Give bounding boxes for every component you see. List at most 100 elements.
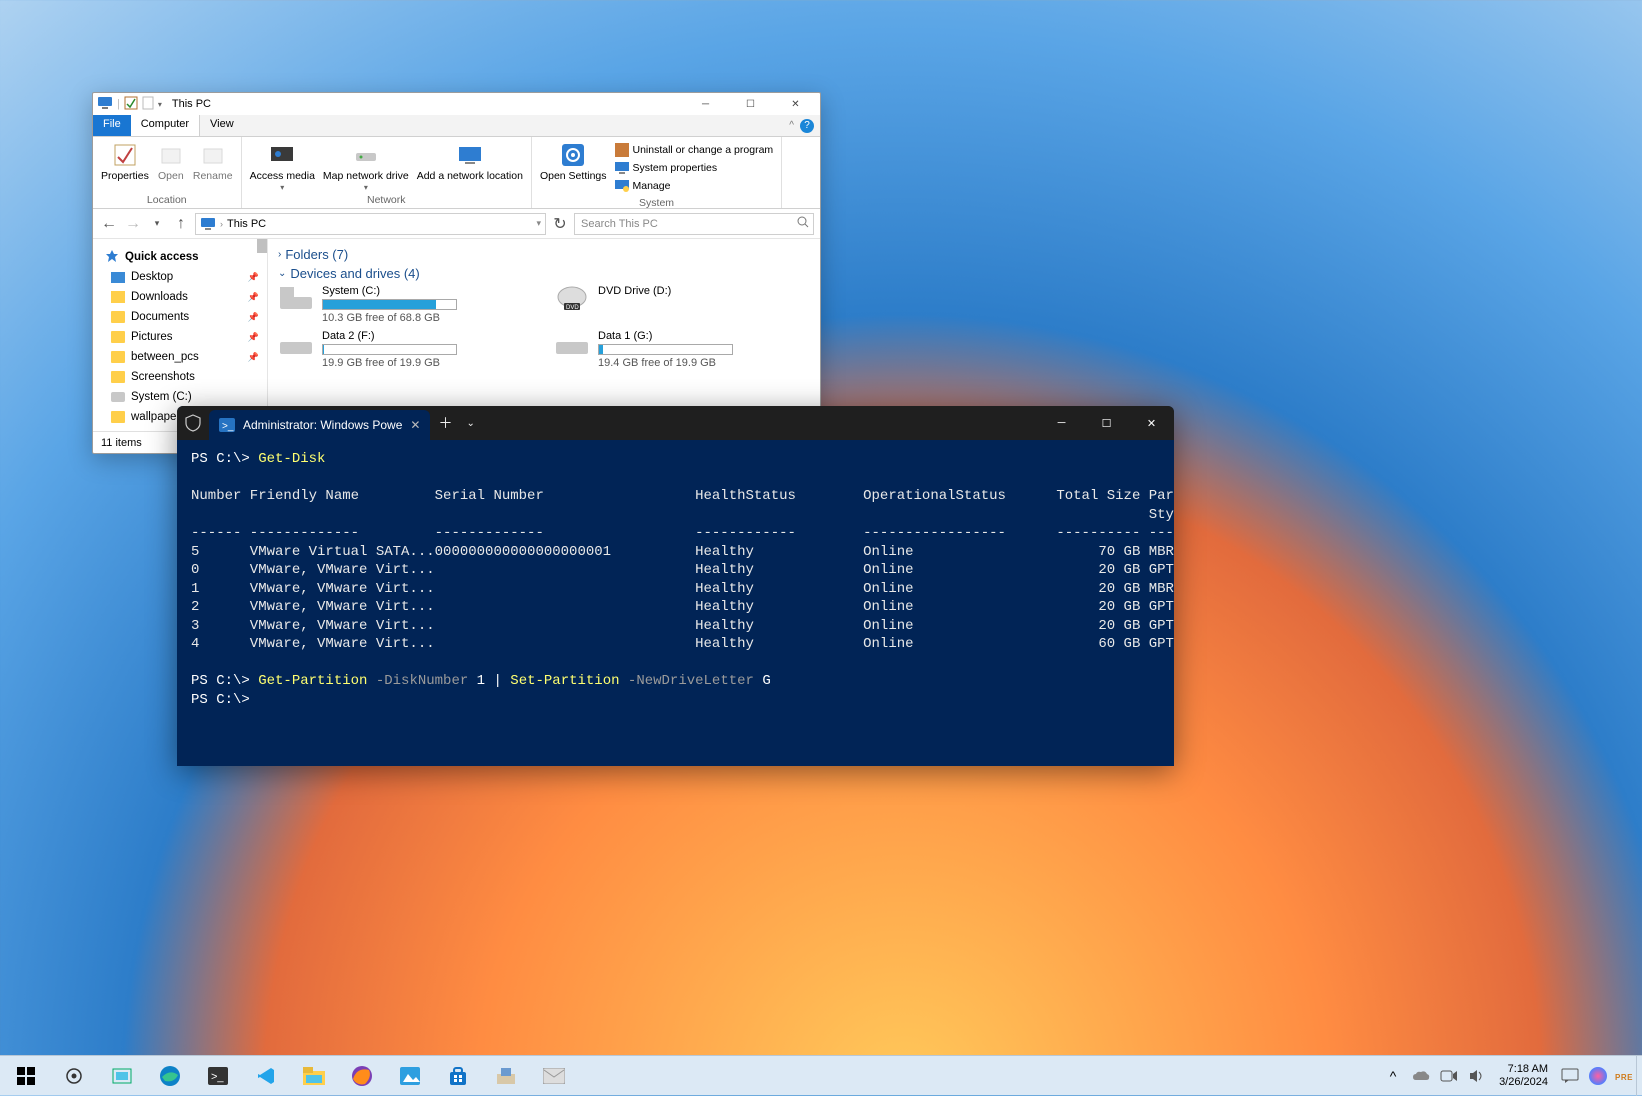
drive-item-data2-f[interactable]: Data 2 (F:) 19.9 GB free of 19.9 GB (278, 330, 534, 369)
tray-volume-icon[interactable] (1463, 1056, 1491, 1096)
sidebar[interactable]: Quick access Desktop📌 Downloads📌 Documen… (93, 239, 268, 431)
powershell-icon: >_ (219, 418, 235, 432)
tray-overflow-icon[interactable]: ^ (1379, 1056, 1407, 1096)
ribbon-group-location: Properties Open Rename Location (93, 137, 242, 208)
open-button[interactable]: Open (157, 141, 185, 182)
taskbar-vscode[interactable] (242, 1056, 290, 1096)
sidebar-item-desktop[interactable]: Desktop📌 (93, 267, 267, 287)
close-button[interactable]: ✕ (773, 93, 818, 115)
downloads-icon (111, 291, 125, 303)
maximize-button[interactable]: ☐ (728, 93, 773, 115)
sidebar-item-documents[interactable]: Documents📌 (93, 307, 267, 327)
sidebar-item-screenshots[interactable]: Screenshots (93, 367, 267, 387)
collapse-ribbon-icon[interactable]: ^ (789, 120, 794, 131)
recent-locations-chevron[interactable]: ▾ (147, 214, 167, 234)
minimize-button[interactable]: ─ (683, 93, 728, 115)
manage-icon (615, 179, 629, 193)
qat-dropdown-icon[interactable]: ▾ (158, 100, 162, 109)
uninstall-program-link[interactable]: Uninstall or change a program (615, 141, 774, 159)
taskbar-edge[interactable] (146, 1056, 194, 1096)
settings-button[interactable] (50, 1056, 98, 1096)
pin-icon: 📌 (248, 332, 259, 343)
qat-blank-icon[interactable] (142, 96, 154, 113)
taskbar[interactable]: >_ ^ (0, 1055, 1642, 1095)
up-button[interactable]: ↑ (171, 214, 191, 234)
properties-button[interactable]: Properties (101, 141, 149, 182)
task-view-button[interactable] (98, 1056, 146, 1096)
maximize-button[interactable]: ☐ (1084, 406, 1129, 440)
explorer-content[interactable]: › Folders (7) ⌄ Devices and drives (4) S… (268, 239, 820, 431)
chevron-down-icon: ⌄ (278, 268, 286, 279)
explorer-titlebar[interactable]: | ▾ This PC ─ ☐ ✕ (93, 93, 820, 115)
tray-onedrive-icon[interactable] (1407, 1056, 1435, 1096)
program-icon (615, 143, 629, 157)
qat-separator: | (117, 98, 120, 110)
new-tab-button[interactable]: ＋ (430, 406, 460, 440)
pin-icon: 📌 (248, 312, 259, 323)
pin-icon: 📌 (248, 272, 259, 283)
terminal-output[interactable]: PS C:\> Get-Disk Number Friendly Name Se… (177, 440, 1174, 766)
sidebar-item-pictures[interactable]: Pictures📌 (93, 327, 267, 347)
folder-icon (111, 411, 125, 423)
drive-item-dvd-d[interactable]: DVD DVD Drive (D:) (554, 285, 810, 324)
taskbar-app-installer[interactable] (482, 1056, 530, 1096)
svg-text:DVD: DVD (566, 305, 579, 311)
refresh-button[interactable]: ↻ (550, 214, 570, 234)
address-bar[interactable]: › This PC ▾ (195, 213, 546, 235)
access-media-button[interactable]: Access media ▾ (250, 141, 315, 192)
rename-button[interactable]: Rename (193, 141, 233, 182)
back-button[interactable]: ← (99, 214, 119, 234)
open-settings-button[interactable]: Open Settings (540, 141, 607, 182)
pin-icon: 📌 (248, 292, 259, 303)
help-icon[interactable]: ? (800, 119, 814, 133)
properties-icon[interactable] (124, 96, 138, 113)
tray-insider-icon[interactable] (1584, 1056, 1612, 1096)
drives-group-header[interactable]: ⌄ Devices and drives (4) (278, 266, 810, 281)
svg-text:>_: >_ (222, 421, 234, 432)
start-button[interactable] (2, 1056, 50, 1096)
tab-dropdown-icon[interactable]: ⌄ (460, 406, 480, 440)
sidebar-item-downloads[interactable]: Downloads📌 (93, 287, 267, 307)
taskbar-photos[interactable] (386, 1056, 434, 1096)
search-input[interactable]: Search This PC (574, 213, 814, 235)
folders-group-header[interactable]: › Folders (7) (278, 247, 810, 262)
chevron-down-icon: ▾ (280, 183, 284, 192)
system-properties-link[interactable]: System properties (615, 159, 774, 177)
add-network-location-button[interactable]: Add a network location (417, 141, 523, 182)
tab-file[interactable]: File (93, 115, 131, 136)
tray-meetnow-icon[interactable] (1435, 1056, 1463, 1096)
sidebar-item-system-c[interactable]: System (C:) (93, 387, 267, 407)
ribbon: Properties Open Rename Location Access m… (93, 137, 820, 209)
drive-icon (278, 330, 314, 358)
terminal-tab-powershell[interactable]: >_ Administrator: Windows Powe ✕ (209, 410, 430, 440)
drive-icon (111, 392, 125, 402)
thispc-icon (200, 217, 216, 231)
taskbar-firefox[interactable] (338, 1056, 386, 1096)
taskbar-store[interactable] (434, 1056, 482, 1096)
taskbar-file-explorer[interactable] (290, 1056, 338, 1096)
sidebar-item-betweenpcs[interactable]: between_pcs📌 (93, 347, 267, 367)
pre-badge: PRE (1615, 1073, 1633, 1082)
drive-icon (554, 330, 590, 358)
sidebar-quick-access[interactable]: Quick access (93, 247, 267, 267)
manage-link[interactable]: Manage (615, 177, 774, 195)
taskbar-terminal[interactable]: >_ (194, 1056, 242, 1096)
minimize-button[interactable]: ─ (1039, 406, 1084, 440)
taskbar-clock[interactable]: 7:18 AM 3/26/2024 (1491, 1063, 1556, 1089)
terminal-tabbar[interactable]: >_ Administrator: Windows Powe ✕ ＋ ⌄ ─ ☐… (177, 406, 1174, 440)
scrollbar-thumb[interactable] (257, 239, 267, 253)
forward-button[interactable]: → (123, 214, 143, 234)
action-center-button[interactable] (1556, 1068, 1584, 1084)
show-desktop-button[interactable] (1636, 1056, 1642, 1096)
dvd-drive-icon: DVD (554, 285, 590, 313)
close-button[interactable]: ✕ (1129, 406, 1174, 440)
drive-item-system-c[interactable]: System (C:) 10.3 GB free of 68.8 GB (278, 285, 534, 324)
ribbon-group-system: Open Settings Uninstall or change a prog… (532, 137, 782, 208)
tab-view[interactable]: View (200, 115, 244, 136)
folder-icon (111, 331, 125, 343)
tab-computer[interactable]: Computer (131, 115, 200, 136)
drive-item-data1-g[interactable]: Data 1 (G:) 19.4 GB free of 19.9 GB (554, 330, 810, 369)
tab-close-icon[interactable]: ✕ (410, 418, 420, 432)
taskbar-mail[interactable] (530, 1056, 578, 1096)
map-network-drive-button[interactable]: Map network drive ▾ (323, 141, 409, 192)
